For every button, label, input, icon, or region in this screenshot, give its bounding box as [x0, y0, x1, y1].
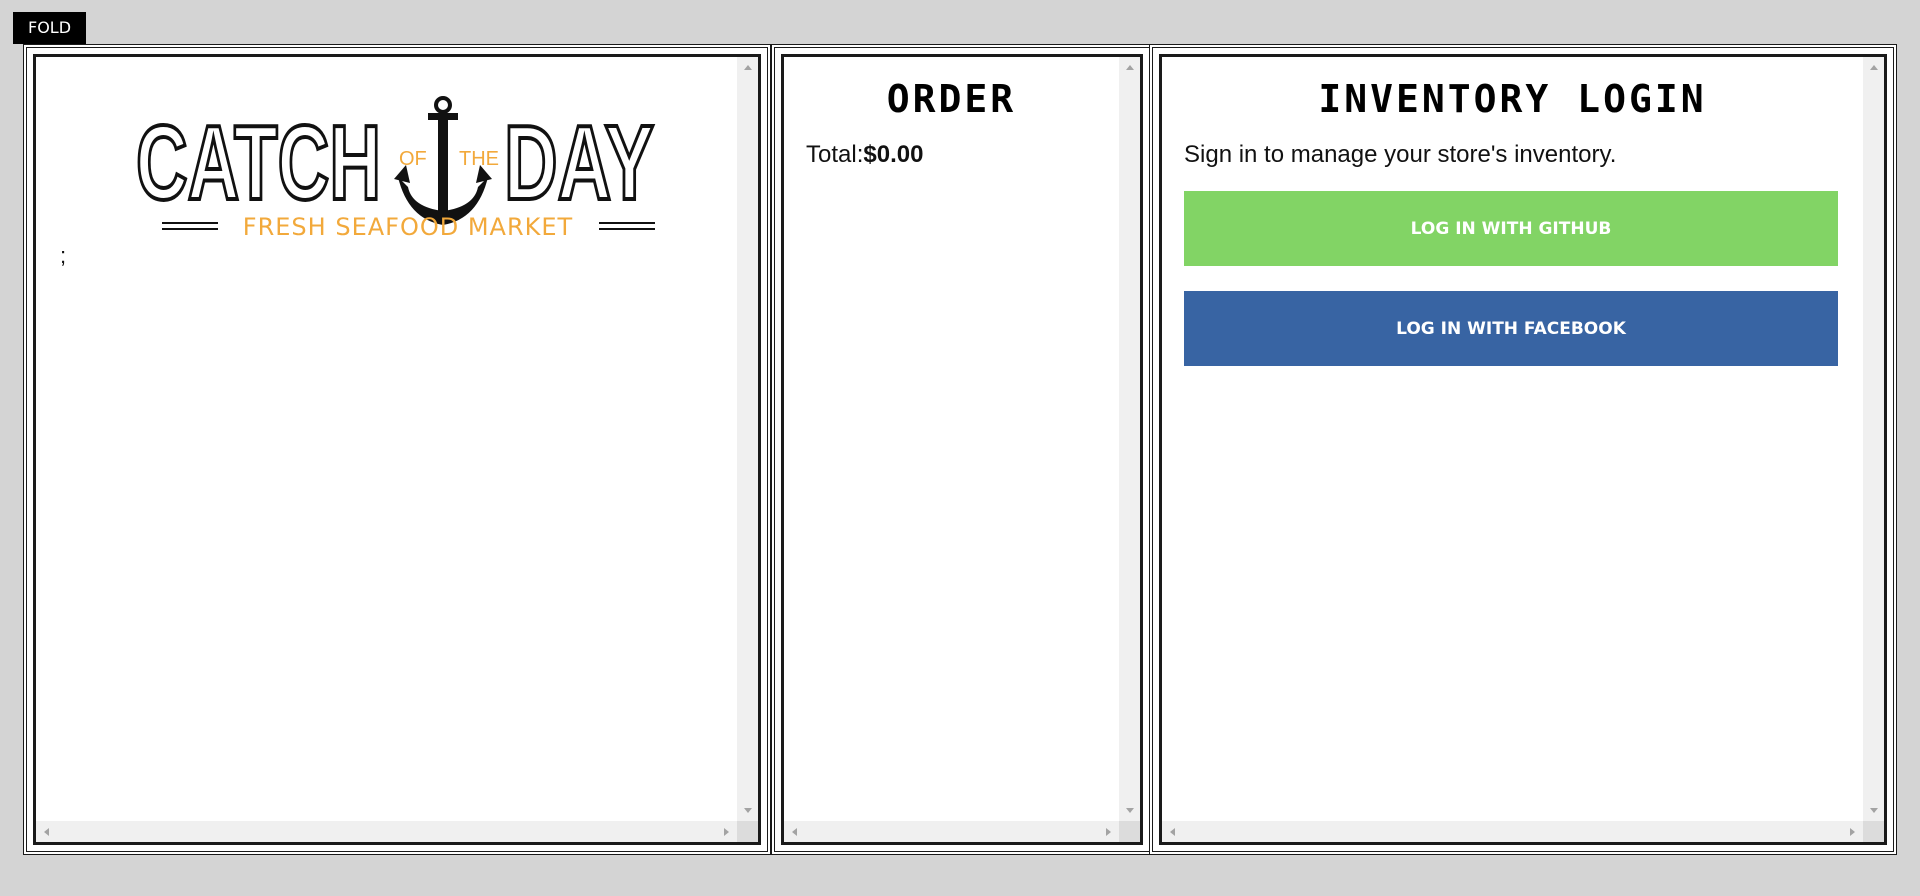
order-panel-content: ORDER Total:$0.00 [784, 57, 1119, 821]
scroll-left-icon[interactable] [1170, 828, 1175, 836]
inventory-title: INVENTORY LOGIN [1318, 77, 1707, 121]
inventory-panel: INVENTORY LOGIN Sign in to manage your s… [1149, 44, 1897, 855]
scroll-up-icon[interactable] [744, 65, 752, 70]
scroll-down-icon[interactable] [744, 808, 752, 813]
menu-vertical-scrollbar[interactable] [737, 57, 758, 821]
order-horizontal-scrollbar[interactable] [784, 821, 1119, 842]
order-total: Total:$0.00 [806, 141, 923, 169]
fish-list: ; [60, 243, 67, 268]
scroll-down-icon[interactable] [1870, 808, 1878, 813]
login-github-button[interactable]: LOG IN WITH GITHUB [1184, 191, 1838, 266]
order-title: ORDER [886, 77, 1017, 121]
scroll-corner [1119, 821, 1140, 842]
scroll-right-icon[interactable] [1106, 828, 1111, 836]
inventory-panel-frame: INVENTORY LOGIN Sign in to manage your s… [1159, 54, 1887, 845]
scroll-up-icon[interactable] [1126, 65, 1134, 70]
scroll-right-icon[interactable] [724, 828, 729, 836]
scroll-down-icon[interactable] [1126, 808, 1134, 813]
order-panel-frame: ORDER Total:$0.00 [781, 54, 1143, 845]
logo-tagline: FRESH SEAFOOD MARKET [243, 213, 573, 237]
catch-of-the-day-logo: CATCH OF THE DAY FRESH SEAFOOD MARKET [134, 96, 656, 237]
order-total-label: Total: [806, 141, 864, 168]
order-vertical-scrollbar[interactable] [1119, 57, 1140, 821]
logo-word-the: THE [459, 148, 499, 170]
scroll-corner [1863, 821, 1884, 842]
scroll-up-icon[interactable] [1870, 65, 1878, 70]
scroll-left-icon[interactable] [792, 828, 797, 836]
logo-word-of: OF [399, 148, 427, 170]
app-container: CATCH OF THE DAY FRESH SEAFOOD MARKET ; … [23, 44, 1897, 855]
logo-word-day: DAY [504, 104, 654, 222]
menu-panel-content: CATCH OF THE DAY FRESH SEAFOOD MARKET ; [36, 57, 737, 821]
login-facebook-button[interactable]: LOG IN WITH FACEBOOK [1184, 291, 1838, 366]
inventory-horizontal-scrollbar[interactable] [1162, 821, 1863, 842]
order-total-amount: $0.00 [863, 141, 924, 168]
scroll-right-icon[interactable] [1850, 828, 1855, 836]
logo-word-catch: CATCH [136, 104, 381, 222]
scroll-corner [737, 821, 758, 842]
inventory-vertical-scrollbar[interactable] [1863, 57, 1884, 821]
fold-button[interactable]: FOLD [13, 12, 86, 44]
order-panel: ORDER Total:$0.00 [771, 44, 1153, 855]
inventory-panel-content: INVENTORY LOGIN Sign in to manage your s… [1162, 57, 1863, 821]
menu-panel-frame: CATCH OF THE DAY FRESH SEAFOOD MARKET ; [33, 54, 761, 845]
menu-panel: CATCH OF THE DAY FRESH SEAFOOD MARKET ; [23, 44, 771, 855]
menu-horizontal-scrollbar[interactable] [36, 821, 737, 842]
scroll-left-icon[interactable] [44, 828, 49, 836]
inventory-description: Sign in to manage your store's inventory… [1184, 141, 1617, 168]
